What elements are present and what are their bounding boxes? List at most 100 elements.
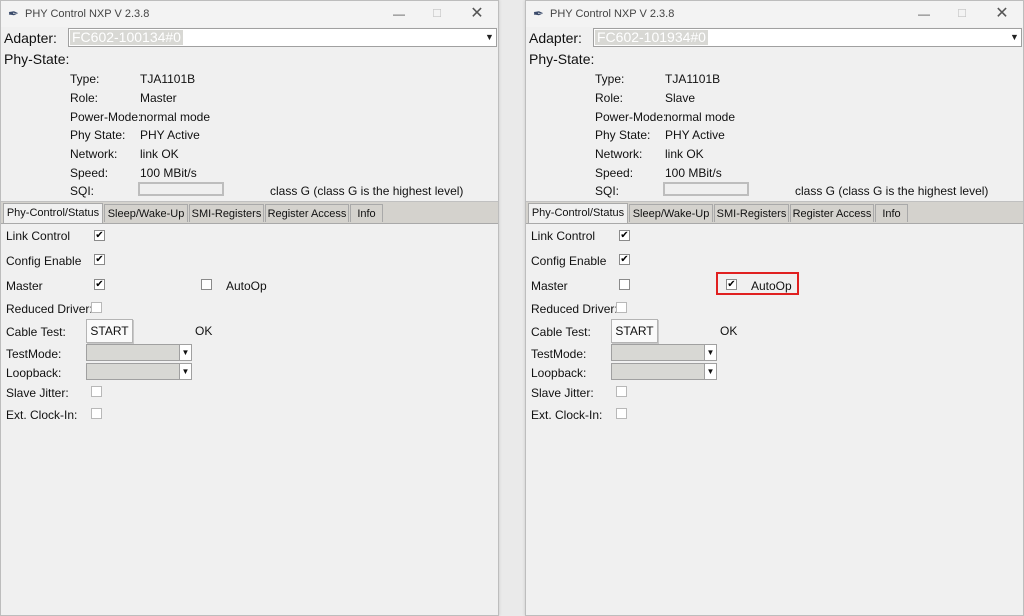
reduced-driver-checkbox[interactable]	[616, 302, 627, 313]
adapter-select[interactable]: FC602-101934#0 ▼	[593, 28, 1022, 47]
power-mode-label: Power-Mode:	[595, 110, 667, 124]
master-label: Master	[531, 279, 568, 293]
role-value: Master	[140, 91, 177, 105]
start-cable-test-button[interactable]: START	[611, 319, 658, 343]
role-label: Role:	[70, 91, 99, 105]
testmode-select[interactable]: ▼	[611, 344, 717, 361]
role-value: Slave	[665, 91, 696, 105]
config-enable-checkbox[interactable]: ✔	[94, 254, 105, 265]
type-value: TJA1101B	[140, 72, 196, 86]
loopback-select[interactable]: ▼	[611, 363, 717, 380]
window-title: PHY Control NXP V 2.3.8	[550, 8, 675, 20]
loopback-select[interactable]: ▼	[86, 363, 192, 380]
maximize-button[interactable]: ☐	[422, 4, 452, 24]
cable-test-result: OK	[720, 324, 738, 338]
slave-jitter-label: Slave Jitter:	[6, 386, 69, 400]
sqi-progress-bar	[138, 182, 224, 196]
network-value: link OK	[140, 147, 179, 161]
sqi-label: SQI:	[70, 184, 95, 198]
tab-phy-control-status[interactable]: Phy-Control/Status	[3, 203, 103, 223]
sqi-class-text: class G (class G is the highest level)	[270, 184, 464, 198]
window-title: PHY Control NXP V 2.3.8	[25, 8, 150, 20]
tab-sleep-wake-up[interactable]: Sleep/Wake-Up	[629, 204, 713, 222]
cable-test-label: Cable Test:	[531, 325, 591, 339]
testmode-select[interactable]: ▼	[86, 344, 192, 361]
tab-info[interactable]: Info	[350, 204, 383, 222]
close-button[interactable]: ✕	[462, 4, 492, 24]
tab-bar: Phy-Control/Status Sleep/Wake-Up SMI-Reg…	[1, 201, 498, 224]
config-enable-checkbox[interactable]: ✔	[619, 254, 630, 265]
phy-state-heading: Phy-State:	[4, 51, 70, 67]
phy-control-window-master: ✒ PHY Control NXP V 2.3.8 — ☐ ✕ Adapter:…	[0, 0, 499, 616]
slave-jitter-checkbox[interactable]	[616, 386, 627, 397]
master-label: Master	[6, 279, 43, 293]
ext-clock-in-checkbox[interactable]	[616, 408, 627, 419]
link-control-label: Link Control	[531, 229, 596, 243]
start-cable-test-button[interactable]: START	[86, 319, 133, 343]
close-button[interactable]: ✕	[987, 4, 1017, 24]
slave-jitter-checkbox[interactable]	[91, 386, 102, 397]
adapter-label: Adapter:	[529, 30, 582, 46]
feather-icon: ✒	[8, 6, 19, 21]
phy-control-window-slave: ✒ PHY Control NXP V 2.3.8 — ☐ ✕ Adapter:…	[525, 0, 1024, 616]
tab-smi-registers[interactable]: SMI-Registers	[189, 204, 264, 222]
loopback-label: Loopback:	[531, 366, 587, 380]
ext-clock-in-label: Ext. Clock-In:	[531, 408, 603, 422]
phy-state-heading: Phy-State:	[529, 51, 595, 67]
dropdown-arrow-icon[interactable]: ▼	[1008, 29, 1021, 46]
link-control-label: Link Control	[6, 229, 71, 243]
speed-value: 100 MBit/s	[665, 166, 722, 180]
autoop-checkbox[interactable]	[201, 279, 212, 290]
autoop-label: AutoOp	[226, 279, 267, 293]
speed-value: 100 MBit/s	[140, 166, 197, 180]
chevron-down-icon: ▼	[179, 345, 191, 360]
dropdown-arrow-icon[interactable]: ▼	[483, 29, 496, 46]
tab-info[interactable]: Info	[875, 204, 908, 222]
slave-jitter-label: Slave Jitter:	[531, 386, 594, 400]
type-label: Type:	[595, 72, 625, 86]
tab-sleep-wake-up[interactable]: Sleep/Wake-Up	[104, 204, 188, 222]
config-enable-label: Config Enable	[531, 254, 607, 268]
link-control-checkbox[interactable]: ✔	[94, 230, 105, 241]
tab-bar: Phy-Control/Status Sleep/Wake-Up SMI-Reg…	[526, 201, 1023, 224]
ext-clock-in-label: Ext. Clock-In:	[6, 408, 78, 422]
phy-state-label: Phy State:	[595, 128, 651, 142]
network-label: Network:	[595, 147, 643, 161]
maximize-button[interactable]: ☐	[947, 4, 977, 24]
chevron-down-icon: ▼	[704, 345, 716, 360]
phy-state-value: PHY Active	[665, 128, 725, 142]
minimize-button[interactable]: —	[384, 4, 414, 24]
master-checkbox[interactable]: ✔	[94, 279, 105, 290]
minimize-button[interactable]: —	[909, 4, 939, 24]
adapter-select[interactable]: FC602-100134#0 ▼	[68, 28, 497, 47]
sqi-label: SQI:	[595, 184, 620, 198]
sqi-class-text: class G (class G is the highest level)	[795, 184, 989, 198]
tab-register-access[interactable]: Register Access	[265, 204, 349, 222]
config-enable-label: Config Enable	[6, 254, 82, 268]
chevron-down-icon: ▼	[704, 364, 716, 379]
tab-register-access[interactable]: Register Access	[790, 204, 874, 222]
power-mode-value: normal mode	[665, 110, 736, 124]
tab-phy-control-status[interactable]: Phy-Control/Status	[528, 203, 628, 223]
adapter-value: FC602-100134#0	[70, 29, 183, 45]
speed-label: Speed:	[595, 166, 634, 180]
role-label: Role:	[595, 91, 624, 105]
phy-state-label: Phy State:	[70, 128, 126, 142]
tab-smi-registers[interactable]: SMI-Registers	[714, 204, 789, 222]
testmode-label: TestMode:	[531, 347, 587, 361]
reduced-driver-checkbox[interactable]	[91, 302, 102, 313]
ext-clock-in-checkbox[interactable]	[91, 408, 102, 419]
sqi-progress-bar	[663, 182, 749, 196]
network-label: Network:	[70, 147, 118, 161]
type-value: TJA1101B	[665, 72, 721, 86]
speed-label: Speed:	[70, 166, 109, 180]
reduced-driver-label: Reduced Driver:	[6, 302, 93, 316]
power-mode-label: Power-Mode:	[70, 110, 142, 124]
cable-test-label: Cable Test:	[6, 325, 66, 339]
master-checkbox[interactable]	[619, 279, 630, 290]
reduced-driver-label: Reduced Driver:	[531, 302, 618, 316]
network-value: link OK	[665, 147, 704, 161]
link-control-checkbox[interactable]: ✔	[619, 230, 630, 241]
adapter-value: FC602-101934#0	[595, 29, 708, 45]
loopback-label: Loopback:	[6, 366, 62, 380]
